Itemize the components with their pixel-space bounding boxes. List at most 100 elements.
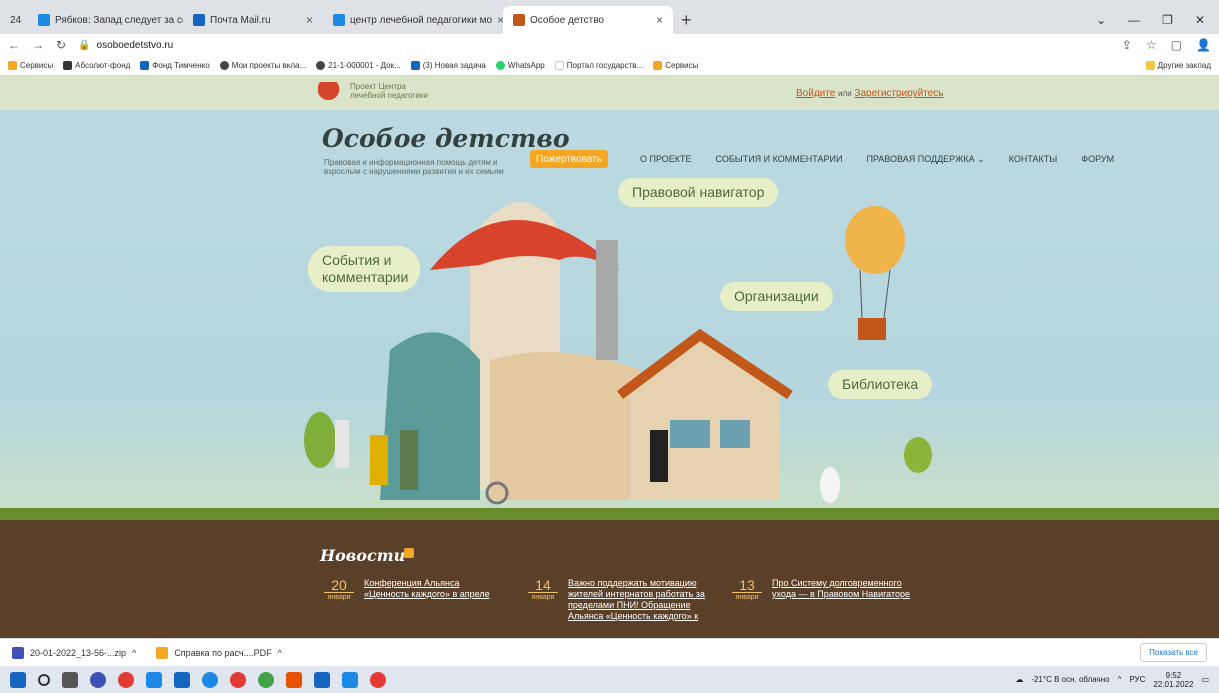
nav-events[interactable]: СОБЫТИЯ И КОММЕНТАРИИ: [716, 154, 843, 165]
auth-links: Войдите или Зарегистрируйтесь: [796, 88, 943, 99]
app-icon[interactable]: [286, 671, 302, 688]
zip-file-icon: [12, 646, 24, 659]
download-item-pdf[interactable]: Справка по расч....PDF ^: [156, 646, 282, 659]
tab-label: Рябков: Запад следует за сфор: [55, 14, 183, 26]
bubble-events[interactable]: События и комментарии: [308, 246, 420, 292]
brand-logo-block[interactable]: Проект Центра лечебной педагогики: [318, 82, 428, 100]
share-icon[interactable]: ⇪: [1122, 38, 1132, 52]
nav-forum[interactable]: ФОРУМ: [1081, 154, 1114, 165]
lock-icon: 🔒: [78, 39, 91, 51]
new-tab-button[interactable]: +: [673, 6, 700, 34]
hero-illustration: Особое детство Правовая и информационная…: [0, 110, 1219, 514]
word-icon[interactable]: [314, 671, 330, 688]
app-icon[interactable]: [146, 671, 162, 688]
sidebar-icon[interactable]: ▢: [1171, 38, 1182, 52]
url-field[interactable]: 🔒 osoboedetstvo.ru: [78, 40, 173, 51]
browser-icon[interactable]: [230, 671, 246, 688]
bubble-organizations[interactable]: Организации: [720, 282, 833, 311]
news-link[interactable]: Важно поддержать мотивацию жителей интер…: [568, 578, 706, 630]
minimize-icon[interactable]: —: [1128, 13, 1140, 27]
weather-text[interactable]: -21°C В осн. облачно: [1031, 675, 1109, 684]
bookmark-gosportal[interactable]: Портал государств...: [554, 61, 643, 70]
bookmarks-bar: Сервисы Абсолют-фонд Фонд Тимченко Мои п…: [0, 56, 1219, 76]
skype-icon[interactable]: [202, 671, 218, 688]
tab-osoboe[interactable]: Особое детство ×: [503, 6, 673, 34]
bookmark-doc[interactable]: 21-1-000001 - Док...: [316, 61, 401, 70]
bookmark-projects[interactable]: Мои проекты вкла...: [219, 61, 306, 70]
weather-icon: ☁: [1015, 675, 1024, 684]
bookmark-absolut[interactable]: Абсолют-фонд: [63, 61, 130, 70]
bubble-legal-navigator[interactable]: Правовой навигатор: [618, 178, 779, 207]
chevron-up-icon[interactable]: ^: [1118, 675, 1122, 684]
register-link[interactable]: Зарегистрируйтесь: [854, 88, 943, 99]
bookmark-timchenko[interactable]: Фонд Тимченко: [140, 61, 210, 70]
nav-about[interactable]: О ПРОЕКТЕ: [640, 154, 692, 165]
news-day: 20: [324, 578, 354, 593]
app-icon[interactable]: [342, 671, 358, 688]
app-icon[interactable]: [174, 671, 190, 688]
news-section: Новости 20 января Конференция Альянса «Ц…: [0, 508, 1219, 638]
site-icon: [63, 61, 73, 70]
site-top-strip: Проект Центра лечебной педагогики Войдит…: [0, 76, 1219, 110]
notifications-icon[interactable]: ▭: [1201, 675, 1209, 684]
bookmark-other[interactable]: Другие заклад: [1145, 61, 1211, 70]
tab-center[interactable]: центр лечебной педагогики мо ×: [323, 6, 503, 34]
bookmark-services[interactable]: Сервисы: [8, 61, 53, 70]
rss-icon[interactable]: [404, 548, 414, 558]
chevron-down-icon[interactable]: ⌄: [1096, 13, 1106, 27]
news-date: 14 января: [528, 578, 558, 630]
clock[interactable]: 9:52 22.01.2022: [1153, 671, 1193, 689]
tab-ryabkov[interactable]: Рябков: Запад следует за сфор ×: [28, 6, 183, 34]
balloon-rope: [859, 269, 863, 319]
yandex-icon[interactable]: [118, 671, 134, 688]
search-icon[interactable]: [38, 673, 50, 686]
news-link[interactable]: Про Систему долговременного ухода — в Пр…: [772, 578, 912, 602]
site-icon: [513, 14, 525, 26]
main-nav: О ПРОЕКТЕ СОБЫТИЯ И КОММЕНТАРИИ ПРАВОВАЯ…: [640, 154, 1114, 165]
news-item: 14 января Важно поддержать мотивацию жит…: [528, 578, 706, 630]
download-item-zip[interactable]: 20-01-2022_13-56-...zip ^: [12, 646, 136, 659]
address-bar: ← → ↻ 🔒 osoboedetstvo.ru ⇪ ☆ ▢ 👤: [0, 34, 1219, 56]
tab-mail[interactable]: Почта Mail.ru ×: [183, 6, 323, 34]
app-icon[interactable]: [90, 671, 106, 688]
login-link[interactable]: Войдите: [796, 88, 835, 99]
task-view-icon[interactable]: [62, 671, 78, 688]
apps-icon: [653, 61, 663, 70]
teal-building: [380, 332, 480, 500]
donate-button[interactable]: Пожертвовать: [530, 150, 608, 168]
close-icon[interactable]: ×: [306, 13, 313, 27]
nav-legal[interactable]: ПРАВОВАЯ ПОДДЕРЖКА ⌄: [866, 154, 984, 165]
back-icon[interactable]: ←: [8, 38, 20, 52]
bookmark-whatsapp[interactable]: WhatsApp: [495, 61, 545, 70]
star-icon[interactable]: ☆: [1146, 38, 1157, 52]
chrome-icon[interactable]: [258, 671, 274, 688]
forward-icon[interactable]: →: [32, 38, 44, 52]
app-icon[interactable]: [370, 671, 386, 688]
lang-indicator[interactable]: РУС: [1129, 675, 1145, 684]
folder-icon: [1145, 61, 1155, 70]
brand-line-1: Проект Центра: [350, 82, 406, 91]
windows-start-icon[interactable]: [10, 671, 26, 688]
news-item: 13 января Про Систему долговременного ух…: [732, 578, 912, 602]
reload-icon[interactable]: ↻: [56, 38, 66, 52]
tree: [904, 437, 932, 473]
news-title[interactable]: Новости: [320, 546, 405, 565]
chevron-up-icon[interactable]: ^: [278, 648, 282, 658]
bookmark-task[interactable]: (3) Новая задача: [410, 61, 486, 70]
news-date: 13 января: [732, 578, 762, 602]
close-icon[interactable]: ×: [656, 13, 663, 27]
bookmark-services-2[interactable]: Сервисы: [653, 61, 698, 70]
tab-24[interactable]: 24: [0, 6, 28, 34]
nav-contacts[interactable]: КОНТАКТЫ: [1009, 154, 1058, 165]
chevron-up-icon[interactable]: ^: [132, 648, 136, 658]
restore-icon[interactable]: ❐: [1162, 13, 1173, 27]
site-name[interactable]: Особое детство: [322, 124, 570, 153]
hero-artwork: [304, 202, 932, 505]
close-icon[interactable]: ✕: [1195, 13, 1205, 27]
site-tagline: Правовая и информационная помощь детям и…: [324, 158, 504, 176]
profile-icon[interactable]: 👤: [1196, 38, 1211, 52]
show-all-button[interactable]: Показать все: [1140, 643, 1207, 662]
news-link[interactable]: Конференция Альянса «Ценность каждого» в…: [364, 578, 499, 602]
bubble-library[interactable]: Библиотека: [828, 370, 933, 399]
news-month: января: [735, 594, 759, 601]
